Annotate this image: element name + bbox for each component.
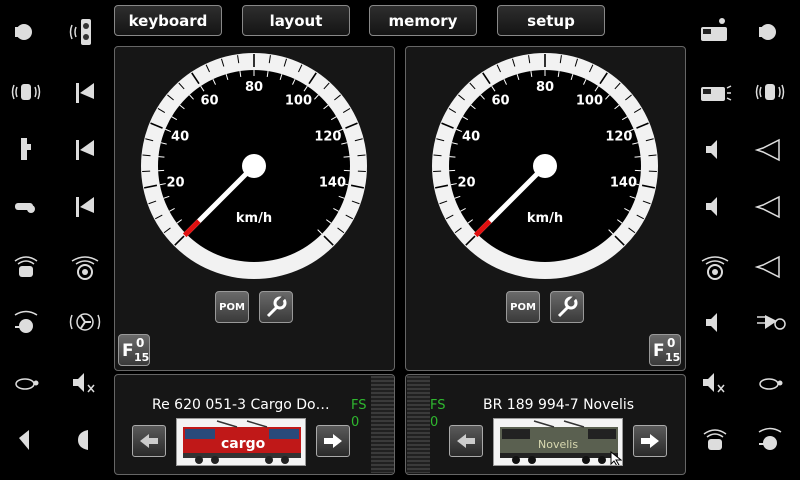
buffer-light-icon[interactable] <box>68 75 102 109</box>
pom-button-right[interactable]: POM <box>506 291 540 323</box>
settings-wrench-button-right[interactable] <box>550 291 584 323</box>
horn-sound-icon[interactable] <box>753 75 787 109</box>
cab-light-icon[interactable] <box>9 422 43 456</box>
speed-label: 100 <box>576 93 603 108</box>
speed-label: 20 <box>457 176 475 191</box>
whistle-icon[interactable] <box>9 189 43 223</box>
brake-sound-icon[interactable] <box>68 249 102 283</box>
fan-shunt-icon[interactable] <box>753 305 787 339</box>
speaker-icon[interactable] <box>698 189 732 223</box>
speed-label: 80 <box>245 80 263 95</box>
function-keys-button-left[interactable]: F 0 15 <box>118 334 150 366</box>
fs-indicator-right: FS 0 <box>430 398 446 430</box>
bell-sound-icon[interactable] <box>698 249 732 283</box>
smoke-loco-icon[interactable] <box>698 15 732 49</box>
function-range-start: 0 <box>667 336 676 350</box>
turtle-icon[interactable] <box>9 365 43 399</box>
function-range-end: 15 <box>665 351 681 364</box>
speed-label: 20 <box>166 176 184 191</box>
horn-icon[interactable] <box>753 249 787 283</box>
speed-label: 120 <box>314 129 341 144</box>
cursor-icon <box>610 451 622 465</box>
compressor-sound-icon[interactable] <box>698 422 732 456</box>
loco-livery-text: cargo <box>221 436 266 452</box>
loco-sound-icon[interactable] <box>698 75 732 109</box>
loco-name-left: Re 620 051-3 Cargo Do… <box>152 397 330 413</box>
speed-label: 60 <box>492 93 510 108</box>
horn-icon[interactable] <box>753 189 787 223</box>
loco-name-right: BR 189 994-7 Novelis <box>483 397 635 413</box>
keyboard-button[interactable]: keyboard <box>114 5 222 36</box>
speedometer-right[interactable]: 20 40 60 80 100 120 140 km/h <box>430 51 660 281</box>
speaker-icon[interactable] <box>698 305 732 339</box>
function-range-end: 15 <box>134 351 150 364</box>
gauge-inner-tick <box>634 156 641 158</box>
speed-label: 60 <box>201 93 219 108</box>
compressor-sound-icon[interactable] <box>9 249 43 283</box>
setup-button[interactable]: setup <box>497 5 605 36</box>
speed-bar-right[interactable] <box>407 376 430 473</box>
needle-hub <box>242 154 266 178</box>
speed-label: 140 <box>610 176 637 191</box>
function-keys-button-right[interactable]: F 0 15 <box>649 334 681 366</box>
loco-image-left[interactable]: cargo <box>176 418 306 466</box>
loco-livery-text: Novelis <box>538 438 579 451</box>
speed-label: 140 <box>319 176 346 191</box>
wrench-icon <box>557 295 578 318</box>
horn-icon[interactable] <box>753 132 787 166</box>
previous-loco-button-left[interactable] <box>132 425 166 457</box>
buffer-light-icon[interactable] <box>68 189 102 223</box>
buffer-light-icon[interactable] <box>68 132 102 166</box>
dim-light-icon[interactable] <box>68 422 102 456</box>
needle-hub <box>533 154 557 178</box>
speed-label: 40 <box>462 129 480 144</box>
function-range-start: 0 <box>136 336 145 350</box>
pom-button-left[interactable]: POM <box>215 291 249 323</box>
loco-image-right[interactable]: Novelis <box>493 418 623 466</box>
signal-sound-icon[interactable] <box>68 15 102 49</box>
arrow-left-icon <box>457 434 475 448</box>
gauge-inner-tick <box>343 156 350 158</box>
function-f-label: F <box>653 341 665 361</box>
speed-label: 120 <box>605 129 632 144</box>
speedometer-left[interactable]: 20 40 60 80 100 120 140 km/h <box>139 51 369 281</box>
gauge-inner-tick <box>449 156 456 158</box>
ventilator-sound-icon[interactable] <box>68 305 102 339</box>
mute-icon[interactable] <box>698 365 732 399</box>
speaker-icon[interactable] <box>698 132 732 166</box>
mute-icon[interactable] <box>68 365 102 399</box>
fan-sound-icon[interactable] <box>9 305 43 339</box>
speed-unit: km/h <box>527 211 563 226</box>
wrench-icon <box>266 295 287 318</box>
turtle-icon[interactable] <box>753 365 787 399</box>
headlight-icon[interactable] <box>753 15 787 49</box>
speed-label: 100 <box>285 93 312 108</box>
coupler-icon[interactable] <box>9 132 43 166</box>
horn-sound-icon[interactable] <box>9 75 43 109</box>
fs-indicator-left: FS 0 <box>351 398 367 430</box>
arrow-right-icon <box>324 434 342 448</box>
gauge-inner-tick <box>158 156 165 158</box>
next-loco-button-right[interactable] <box>633 425 667 457</box>
function-f-label: F <box>122 341 134 361</box>
speed-bar-left[interactable] <box>371 376 394 473</box>
fan-sound-icon[interactable] <box>753 422 787 456</box>
arrow-left-icon <box>140 434 158 448</box>
next-loco-button-left[interactable] <box>316 425 350 457</box>
settings-wrench-button-left[interactable] <box>259 291 293 323</box>
speed-label: 80 <box>536 80 554 95</box>
layout-button[interactable]: layout <box>242 5 350 36</box>
previous-loco-button-right[interactable] <box>449 425 483 457</box>
speed-label: 40 <box>171 129 189 144</box>
memory-button[interactable]: memory <box>369 5 477 36</box>
arrow-right-icon <box>641 434 659 448</box>
headlight-icon[interactable] <box>9 15 43 49</box>
speed-unit: km/h <box>236 211 272 226</box>
